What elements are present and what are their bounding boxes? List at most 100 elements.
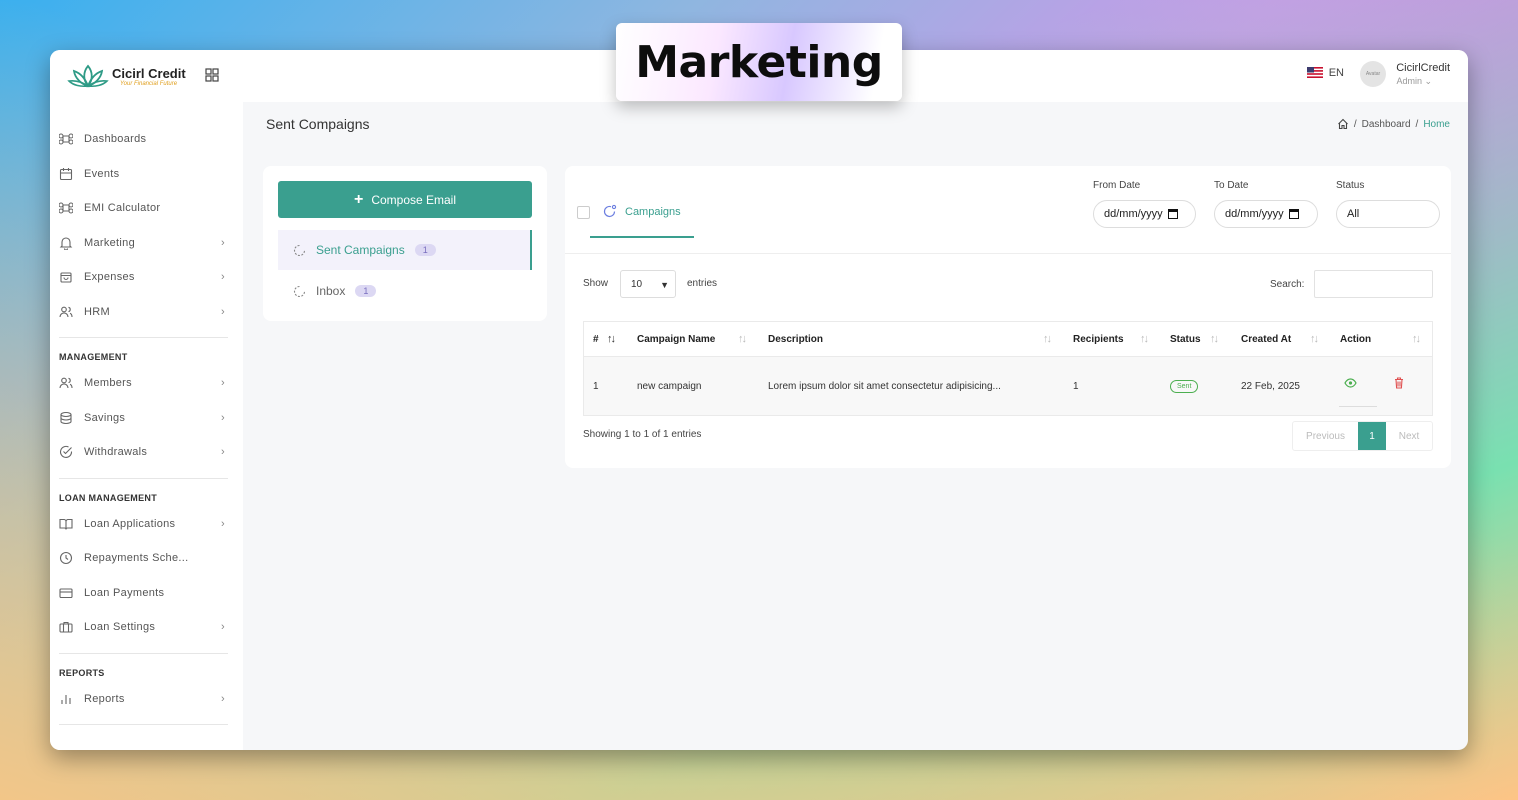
from-date-value: dd/mm/yyyy bbox=[1104, 208, 1163, 220]
compose-email-label: Compose Email bbox=[371, 192, 457, 207]
page-header: Sent Compaigns / Dashboard / Home bbox=[243, 102, 1468, 146]
col-header-recipients[interactable]: Recipients bbox=[1073, 334, 1124, 345]
sort-icon[interactable]: ↑↓ bbox=[738, 333, 747, 345]
user-name[interactable]: CicirlCredit bbox=[1396, 62, 1450, 74]
check-circle-icon bbox=[59, 445, 73, 459]
page-size-value: 10 bbox=[631, 278, 643, 290]
sidebar-item-dashboards[interactable]: Dashboards bbox=[50, 122, 243, 157]
page-button-1[interactable]: 1 bbox=[1358, 422, 1386, 450]
status-badge: Sent bbox=[1170, 379, 1199, 393]
sort-icon[interactable]: ↑↓ bbox=[1210, 333, 1219, 345]
chevron-right-icon: › bbox=[221, 377, 225, 389]
chevron-right-icon: › bbox=[221, 446, 225, 458]
calendar-icon bbox=[1167, 209, 1178, 219]
search-input[interactable] bbox=[1314, 270, 1433, 298]
sidebar-item-members[interactable]: Members › bbox=[50, 366, 243, 401]
select-all-checkbox[interactable] bbox=[577, 206, 590, 219]
sidebar-item-repayments-schedule[interactable]: Repayments Sche... bbox=[50, 541, 243, 576]
mail-icon bbox=[603, 204, 617, 218]
folder-sent-campaigns[interactable]: Sent Campaigns 1 bbox=[278, 230, 532, 270]
sort-icon[interactable]: ↑↓ bbox=[1310, 333, 1319, 345]
sort-icon[interactable]: ↑↓ bbox=[1043, 333, 1052, 345]
to-date-value: dd/mm/yyyy bbox=[1225, 208, 1284, 220]
sidebar-item-label: HRM bbox=[84, 305, 110, 318]
view-icon[interactable] bbox=[1344, 377, 1357, 391]
from-date-label: From Date bbox=[1093, 180, 1141, 191]
sidebar-divider bbox=[59, 477, 228, 479]
sidebar-item-label: Loan Settings bbox=[84, 621, 156, 634]
user-role-dropdown[interactable]: Admin ⌄ bbox=[1396, 76, 1432, 87]
sidebar-item-label: Savings bbox=[84, 411, 126, 424]
table-row[interactable]: 1 new campaign Lorem ipsum dolor sit ame… bbox=[584, 357, 1432, 415]
campaigns-card: Campaigns From Date dd/mm/yyyy To Date d… bbox=[565, 166, 1451, 468]
cell-created-at: 22 Feb, 2025 bbox=[1241, 380, 1300, 392]
sidebar-item-label: Loan Payments bbox=[84, 586, 165, 599]
tab-active-indicator bbox=[590, 236, 694, 238]
us-flag-icon[interactable] bbox=[1307, 67, 1323, 78]
previous-button[interactable]: Previous bbox=[1293, 422, 1358, 450]
bag-icon bbox=[59, 270, 73, 284]
sidebar-item-label: Loan Applications bbox=[84, 517, 176, 530]
sidebar-item-loan-settings[interactable]: Loan Settings › bbox=[50, 610, 243, 645]
col-header-description[interactable]: Description bbox=[768, 334, 823, 345]
avatar[interactable]: Avatar bbox=[1360, 61, 1386, 87]
language-selector[interactable]: EN bbox=[1329, 67, 1344, 79]
lotus-logo-icon bbox=[67, 64, 109, 88]
compose-email-button[interactable]: + Compose Email bbox=[278, 181, 532, 218]
sidebar-item-label: Reports bbox=[84, 692, 125, 705]
cell-recipients: 1 bbox=[1073, 380, 1079, 392]
sort-icon[interactable]: ↑↓ bbox=[1412, 333, 1421, 345]
filter-bar: Campaigns From Date dd/mm/yyyy To Date d… bbox=[565, 166, 1451, 254]
sidebar-item-withdrawals[interactable]: Withdrawals › bbox=[50, 435, 243, 470]
breadcrumb-separator: / bbox=[1415, 118, 1419, 130]
pagination: Previous 1 Next bbox=[1292, 421, 1433, 451]
col-header-campaign-name[interactable]: Campaign Name bbox=[637, 334, 715, 345]
to-date-label: To Date bbox=[1214, 180, 1249, 191]
col-header-id[interactable]: # bbox=[593, 334, 599, 345]
sort-asc-icon[interactable]: ↑↓ bbox=[607, 333, 616, 345]
users-icon bbox=[59, 376, 73, 390]
sidebar-item-loan-applications[interactable]: Loan Applications › bbox=[50, 507, 243, 542]
status-select[interactable]: All bbox=[1336, 200, 1440, 228]
sidebar-item-label: EMI Calculator bbox=[84, 202, 161, 215]
to-date-input[interactable]: dd/mm/yyyy bbox=[1214, 200, 1318, 228]
sidebar-item-label: Events bbox=[84, 167, 120, 180]
sidebar: Cicirl Credit Your Financial Future Dash… bbox=[50, 50, 243, 750]
sidebar-item-loan-payments[interactable]: Loan Payments bbox=[50, 576, 243, 611]
sidebar-item-expenses[interactable]: Expenses › bbox=[50, 260, 243, 295]
col-header-created-at[interactable]: Created At bbox=[1241, 334, 1291, 345]
sidebar-item-reports[interactable]: Reports › bbox=[50, 682, 243, 717]
tab-campaigns[interactable]: Campaigns bbox=[602, 204, 681, 219]
folder-inbox[interactable]: Inbox 1 bbox=[278, 271, 532, 311]
next-button[interactable]: Next bbox=[1386, 422, 1432, 450]
breadcrumb-dashboard[interactable]: Dashboard bbox=[1362, 119, 1411, 130]
sidebar-item-events[interactable]: Events bbox=[50, 157, 243, 192]
from-date-input[interactable]: dd/mm/yyyy bbox=[1093, 200, 1196, 228]
chevron-right-icon: › bbox=[221, 411, 225, 424]
briefcase-icon bbox=[59, 620, 73, 634]
sort-icon[interactable]: ↑↓ bbox=[1140, 333, 1149, 345]
sidebar-item-marketing[interactable]: Marketing › bbox=[50, 226, 243, 261]
sidebar-item-savings[interactable]: Savings › bbox=[50, 401, 243, 436]
page-title: Sent Compaigns bbox=[266, 116, 370, 132]
table-info: Showing 1 to 1 of 1 entries bbox=[583, 429, 702, 440]
database-icon bbox=[59, 411, 73, 425]
page-size-select[interactable]: 10 ▼ bbox=[620, 270, 676, 298]
grid-menu-icon[interactable] bbox=[205, 68, 219, 82]
sidebar-item-emi-calculator[interactable]: EMI Calculator bbox=[50, 191, 243, 226]
sidebar-item-hrm[interactable]: HRM › bbox=[50, 295, 243, 330]
delete-icon[interactable] bbox=[1394, 377, 1404, 392]
calendar-icon bbox=[1288, 209, 1299, 219]
col-header-status[interactable]: Status bbox=[1170, 334, 1201, 345]
chevron-right-icon: › bbox=[221, 621, 225, 633]
cell-description: Lorem ipsum dolor sit amet consectetur a… bbox=[768, 380, 1001, 392]
home-icon[interactable] bbox=[1337, 118, 1349, 130]
credit-card-icon bbox=[59, 586, 73, 600]
breadcrumb-home[interactable]: Home bbox=[1423, 119, 1450, 130]
users-icon bbox=[59, 305, 73, 319]
command-icon bbox=[59, 132, 73, 146]
sidebar-item-label: Withdrawals bbox=[84, 446, 148, 459]
show-label: Show bbox=[583, 278, 609, 289]
command-icon bbox=[59, 201, 73, 215]
action-divider bbox=[1339, 406, 1377, 407]
